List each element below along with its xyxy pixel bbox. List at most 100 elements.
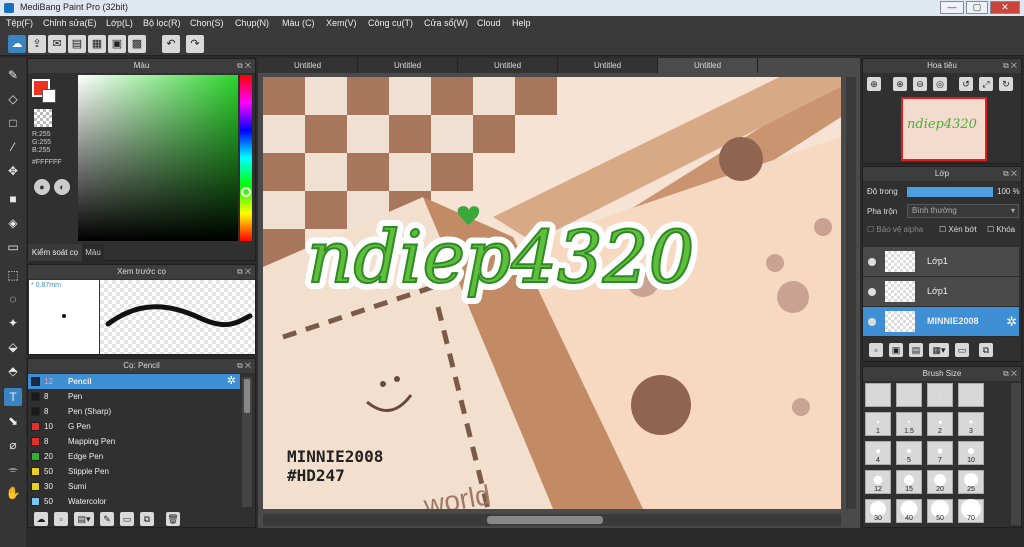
brush-row[interactable]: 8 Mapping Pen (28, 434, 240, 449)
new-8bit-layer-icon[interactable]: ▤ (909, 343, 923, 357)
divide-tool-icon[interactable]: ⌀ (4, 436, 22, 454)
menu-snap[interactable]: Chụp(N) (235, 18, 269, 28)
tab-document-1[interactable]: Untitled (258, 58, 358, 73)
cloud-brush-icon[interactable]: ☁ (34, 512, 48, 526)
panel-float-icon[interactable]: ⧉ ✕ (237, 359, 251, 373)
layer-folder-icon[interactable]: ▭ (955, 343, 969, 357)
new-halftone-layer-icon[interactable]: ▣ (889, 343, 903, 357)
brush-size-cell[interactable]: 2 (927, 412, 953, 436)
visibility-icon[interactable] (868, 318, 876, 326)
brush-size-cell[interactable]: 50 (927, 499, 953, 523)
brush-size-cell[interactable]: 40 (896, 499, 922, 523)
tab-document-3[interactable]: Untitled (458, 58, 558, 73)
brush-size-cell[interactable] (865, 383, 891, 407)
menu-help[interactable]: Help (512, 18, 531, 28)
canvas-vertical-scrollbar[interactable] (846, 77, 856, 509)
menu-select[interactable]: Chọn(S) (190, 18, 224, 28)
visibility-icon[interactable] (868, 288, 876, 296)
grid-icon[interactable]: ▩ (128, 35, 146, 53)
move-tool-icon[interactable]: ✥ (4, 162, 22, 180)
brush-size-cell[interactable]: 4 (865, 441, 891, 465)
transparent-swatch[interactable] (34, 109, 52, 127)
line-tool-icon[interactable]: ⁄ (4, 138, 22, 156)
share-icon[interactable]: ⇪ (28, 35, 46, 53)
panel-float-icon[interactable]: ⧉ ✕ (237, 265, 251, 279)
maximize-button[interactable]: ▢ (966, 1, 988, 14)
zoom-out-icon[interactable]: ⊖ (913, 77, 927, 91)
brush-size-cell[interactable]: 70 (958, 499, 984, 523)
brush-list-scrollbar[interactable] (242, 377, 252, 507)
panel-float-icon[interactable]: ⧉ ✕ (1003, 367, 1017, 381)
operation-tool-icon[interactable]: ⬊ (4, 412, 22, 430)
hue-handle[interactable] (241, 187, 251, 197)
brush-size-cell[interactable] (958, 383, 984, 407)
menu-layer[interactable]: Lớp(L) (106, 18, 133, 28)
shape-tool-icon[interactable]: □ (4, 114, 22, 132)
artwork-canvas[interactable]: world ndiep4320 ndiep4320 MINNIE2008 #HD… (263, 77, 841, 509)
menu-tools[interactable]: Công cụ(T) (368, 18, 413, 28)
brush-size-cell[interactable]: 5 (896, 441, 922, 465)
cloud-icon[interactable]: ☁ (8, 35, 26, 53)
brush-size-cell[interactable]: 10 (958, 441, 984, 465)
panel-float-icon[interactable]: ⧉ ✕ (1003, 59, 1017, 73)
comment-icon[interactable]: ✉ (48, 35, 66, 53)
lock-checkbox[interactable]: ☐ Khóa (987, 225, 1015, 234)
new-layer-icon[interactable]: ▫ (869, 343, 883, 357)
zoom-in-alt-icon[interactable]: ⊕ (893, 77, 907, 91)
brush-row[interactable]: 8 Pen (Sharp) (28, 404, 240, 419)
panel-float-icon[interactable]: ⧉ ✕ (1003, 167, 1017, 181)
brush-row[interactable]: 10 G Pen (28, 419, 240, 434)
brush-size-cell[interactable]: 25 (958, 470, 984, 494)
tab-document-2[interactable]: Untitled (358, 58, 458, 73)
undo-icon[interactable]: ↶ (162, 35, 180, 53)
canvas-horizontal-scrollbar[interactable] (263, 514, 841, 526)
rotate-right-icon[interactable]: ↻ (999, 77, 1013, 91)
text-tool-icon[interactable]: T (4, 388, 22, 406)
brush-row[interactable]: 8 Pen (28, 389, 240, 404)
layer-row-selected[interactable]: MINNIE2008 ✲ (863, 307, 1019, 337)
brush-size-cell[interactable]: 3 (958, 412, 984, 436)
layer-row[interactable]: Lớp1 (863, 277, 1019, 307)
brush-folder-icon[interactable]: ▭ (120, 512, 134, 526)
select-eraser-icon[interactable]: ⬘ (4, 362, 22, 380)
brush-edit-icon[interactable]: ✎ (100, 512, 114, 526)
fill-rect-tool-icon[interactable]: ■ (4, 190, 22, 208)
brush-row[interactable]: 50 Watercolor (28, 494, 240, 509)
brush-size-cell[interactable]: 30 (865, 499, 891, 523)
brush-size-scrollbar[interactable] (1011, 383, 1021, 525)
menu-cloud[interactable]: Cloud (477, 18, 501, 28)
brush-size-cell[interactable] (896, 383, 922, 407)
brush-size-cell[interactable]: 15 (896, 470, 922, 494)
brush-row[interactable]: 20 Edge Pen (28, 449, 240, 464)
secondary-color-swatch[interactable] (42, 89, 56, 103)
magic-wand-icon[interactable]: ✦ (4, 314, 22, 332)
menu-color[interactable]: Màu (C) (282, 18, 315, 28)
bucket-tool-icon[interactable]: ◈ (4, 214, 22, 232)
brush-settings-icon[interactable]: ▤▾ (74, 512, 94, 526)
brush-size-cell[interactable]: 1 (865, 412, 891, 436)
layer-row[interactable]: Lớp1 (863, 247, 1019, 277)
menu-file[interactable]: Tệp(F) (6, 18, 33, 28)
brush-settings-gear-icon[interactable]: ✲ (227, 374, 236, 389)
minimize-button[interactable]: — (940, 1, 964, 14)
brush-size-cell[interactable] (927, 383, 953, 407)
layer-duplicate-icon[interactable]: ⧉ (979, 343, 993, 357)
fit-icon[interactable]: ⤢ (979, 77, 993, 91)
brush-row-selected[interactable]: 12 Pencil ✲ (28, 374, 240, 389)
tab-color[interactable]: Màu (82, 244, 104, 261)
palette-add-icon[interactable]: ◐ (54, 179, 70, 195)
clipping-checkbox[interactable]: ☐ Xén bớt (939, 225, 977, 234)
new-brush-icon[interactable]: ▫ (54, 512, 68, 526)
menu-filter[interactable]: Bộ lọc(R) (143, 18, 181, 28)
hue-slider[interactable] (240, 75, 252, 241)
panel-float-icon[interactable]: ⧉ ✕ (237, 59, 251, 73)
saturation-value-picker[interactable] (78, 75, 238, 241)
tab-brush-control[interactable]: Kiểm soát cọ (28, 244, 82, 261)
brush-row[interactable]: 50 Stipple Pen (28, 464, 240, 479)
brush-duplicate-icon[interactable]: ⧉ (140, 512, 154, 526)
brush-row[interactable]: 30 Sumi (28, 479, 240, 494)
select-pen-icon[interactable]: ⬙ (4, 338, 22, 356)
visibility-icon[interactable] (868, 258, 876, 266)
eraser-tool-icon[interactable]: ◇ (4, 90, 22, 108)
brush-tool-icon[interactable]: ✎ (4, 66, 22, 84)
